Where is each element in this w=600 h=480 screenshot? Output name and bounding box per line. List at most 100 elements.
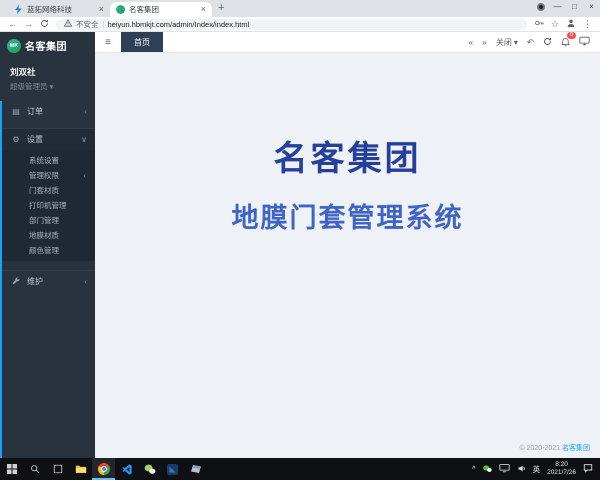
content-area: 名客集团 地膜门套管理系统 © 2020-2021 名客集团: [95, 53, 600, 458]
sidebar-item-maintenance[interactable]: 维护 ‹: [2, 270, 95, 292]
system-tray: ^ 英 8:20 2021/7/26: [472, 458, 600, 480]
fullscreen-monitor-icon[interactable]: [579, 36, 590, 48]
undo-icon[interactable]: ↶: [527, 37, 534, 48]
start-button[interactable]: [0, 458, 23, 480]
clock-date: 2021/7/26: [547, 469, 576, 477]
network-icon[interactable]: [499, 460, 510, 478]
bookmark-star-icon[interactable]: ☆: [551, 20, 559, 29]
sidebar-nav: ▤ 订单 ‹ ⚙ 设置 ∨ 系统设置 管理权限 ‹: [0, 101, 95, 458]
window-minimize-button[interactable]: —: [549, 0, 566, 13]
chevron-down-icon: ∨: [81, 135, 87, 144]
not-secure-warning-icon: [64, 19, 72, 29]
profile-avatar-icon[interactable]: [566, 15, 576, 33]
window-controls: — □ ×: [533, 0, 600, 13]
sidebar-item-printer-management[interactable]: 打印机管理: [2, 198, 95, 213]
reload-icon[interactable]: [40, 19, 49, 30]
back-icon[interactable]: ←: [8, 20, 17, 29]
sidebar-item-label: 维护: [27, 276, 43, 287]
submenu-label: 管理权限: [29, 170, 59, 181]
window-close-button[interactable]: ×: [583, 0, 600, 13]
sidebar-item-department-management[interactable]: 部门管理: [2, 213, 95, 228]
user-role-label: 超级管理员: [10, 82, 48, 91]
chevron-left-icon: ‹: [83, 171, 95, 180]
not-secure-label: 不安全: [76, 19, 99, 30]
blue-app-icon[interactable]: [161, 458, 184, 480]
scroll-tabs-left-icon[interactable]: «: [468, 37, 473, 47]
address-bar[interactable]: 不安全 heiyun.hbmkjt.com/admin/Index/index.…: [56, 19, 527, 30]
task-view-icon[interactable]: [46, 458, 69, 480]
caret-down-icon: ▾: [514, 38, 518, 47]
gray-app-icon[interactable]: [184, 458, 207, 480]
urlbar-actions: ☆ ⋮: [534, 15, 592, 33]
sidebar-item-door-cover-material[interactable]: 门套材质: [2, 183, 95, 198]
browser-url-bar: ← → 不安全 heiyun.hbmkjt.com/admin/Index/in…: [0, 17, 600, 32]
sidebar-item-admin-permissions[interactable]: 管理权限 ‹: [2, 168, 95, 183]
submenu-label: 门套材质: [29, 185, 59, 196]
brand-logo-icon: MK: [7, 39, 21, 53]
tab-close-icon[interactable]: ×: [201, 5, 206, 14]
tab-search-icon[interactable]: [537, 3, 545, 11]
browser-tab-lantuo[interactable]: 蓝拓网络科技 ×: [8, 2, 110, 17]
user-role-dropdown[interactable]: 超级管理员 ▾: [10, 81, 85, 92]
file-explorer-icon[interactable]: [69, 458, 92, 480]
tray-expand-icon[interactable]: ^: [472, 466, 475, 473]
chrome-taskbar-icon[interactable]: [92, 458, 115, 480]
scroll-tabs-right-icon[interactable]: »: [482, 37, 487, 47]
notification-bell-icon[interactable]: 0: [561, 37, 570, 47]
omnibox-divider: [103, 21, 104, 28]
page-subtitle: 地膜门套管理系统: [95, 196, 600, 235]
tab-home[interactable]: 首页: [121, 32, 163, 52]
sidebar-item-orders[interactable]: ▤ 订单 ‹: [2, 101, 95, 122]
wechat-icon[interactable]: [138, 458, 161, 480]
page-title: 名客集团: [95, 131, 600, 180]
brand-name: 名客集团: [25, 38, 67, 53]
sidebar-item-system-settings[interactable]: 系统设置: [2, 153, 95, 168]
new-tab-button[interactable]: +: [218, 3, 224, 14]
browser-tab-strip: 蓝拓网络科技 × 名客集团 × + — □ ×: [0, 0, 600, 17]
submenu-label: 打印机管理: [29, 200, 67, 211]
taskbar-apps: [0, 458, 207, 480]
sidebar-item-label: 设置: [27, 134, 43, 145]
sidebar-item-color-management[interactable]: 颜色管理: [2, 243, 95, 258]
mingke-favicon-icon: [116, 5, 125, 14]
submenu-label: 地膜材质: [29, 230, 59, 241]
brand[interactable]: MK 名客集团: [0, 32, 95, 59]
sidebar-item-label: 订单: [27, 106, 43, 117]
page-footer: © 2020-2021 名客集团: [519, 443, 590, 453]
hero: 名客集团 地膜门套管理系统: [95, 131, 600, 235]
wechat-tray-icon[interactable]: [483, 460, 492, 478]
clock-time: 8:20: [547, 461, 576, 469]
language-indicator[interactable]: 英: [533, 464, 541, 475]
search-icon[interactable]: [23, 458, 46, 480]
footer-company-link[interactable]: 名客集团: [562, 445, 590, 452]
wrench-icon: [11, 277, 21, 286]
sidebar-item-settings[interactable]: ⚙ 设置 ∨: [2, 128, 95, 150]
volume-icon[interactable]: [517, 460, 526, 478]
vscode-icon[interactable]: [115, 458, 138, 480]
taskbar-clock[interactable]: 8:20 2021/7/26: [547, 461, 576, 477]
screen: 蓝拓网络科技 × 名客集团 × + — □ × ← → 不安全 heiyun.: [0, 0, 600, 480]
gear-icon: ⚙: [11, 135, 21, 144]
sidebar-item-ground-film-material[interactable]: 地膜材质: [2, 228, 95, 243]
forward-icon[interactable]: →: [24, 20, 33, 29]
orders-list-icon: ▤: [11, 107, 21, 116]
tab-close-icon[interactable]: ×: [99, 5, 104, 14]
close-tabs-dropdown[interactable]: 关闭 ▾: [496, 37, 518, 48]
chevron-left-icon: ‹: [84, 107, 87, 116]
submenu-label: 颜色管理: [29, 245, 59, 256]
windows-taskbar: ^ 英 8:20 2021/7/26: [0, 458, 600, 480]
action-center-icon[interactable]: [583, 460, 593, 478]
browser-menu-icon[interactable]: ⋮: [583, 20, 592, 29]
browser-tab-mingke[interactable]: 名客集团 ×: [110, 2, 212, 17]
submenu-label: 系统设置: [29, 155, 59, 166]
topbar-actions: « » 关闭 ▾ ↶ 0: [468, 36, 600, 48]
hamburger-menu-icon[interactable]: ≡: [95, 37, 121, 48]
window-maximize-button[interactable]: □: [566, 0, 583, 13]
refresh-icon[interactable]: [543, 37, 552, 48]
sidebar: MK 名客集团 刘双社 超级管理员 ▾ ▤ 订单 ‹ ⚙ 设置: [0, 32, 95, 458]
password-key-icon[interactable]: [534, 15, 544, 33]
tab-title: 名客集团: [129, 4, 197, 15]
url-text: heiyun.hbmkjt.com/admin/Index/index.html: [108, 20, 250, 29]
chevron-left-icon: ‹: [84, 277, 87, 286]
user-block: 刘双社 超级管理员 ▾: [0, 59, 95, 101]
